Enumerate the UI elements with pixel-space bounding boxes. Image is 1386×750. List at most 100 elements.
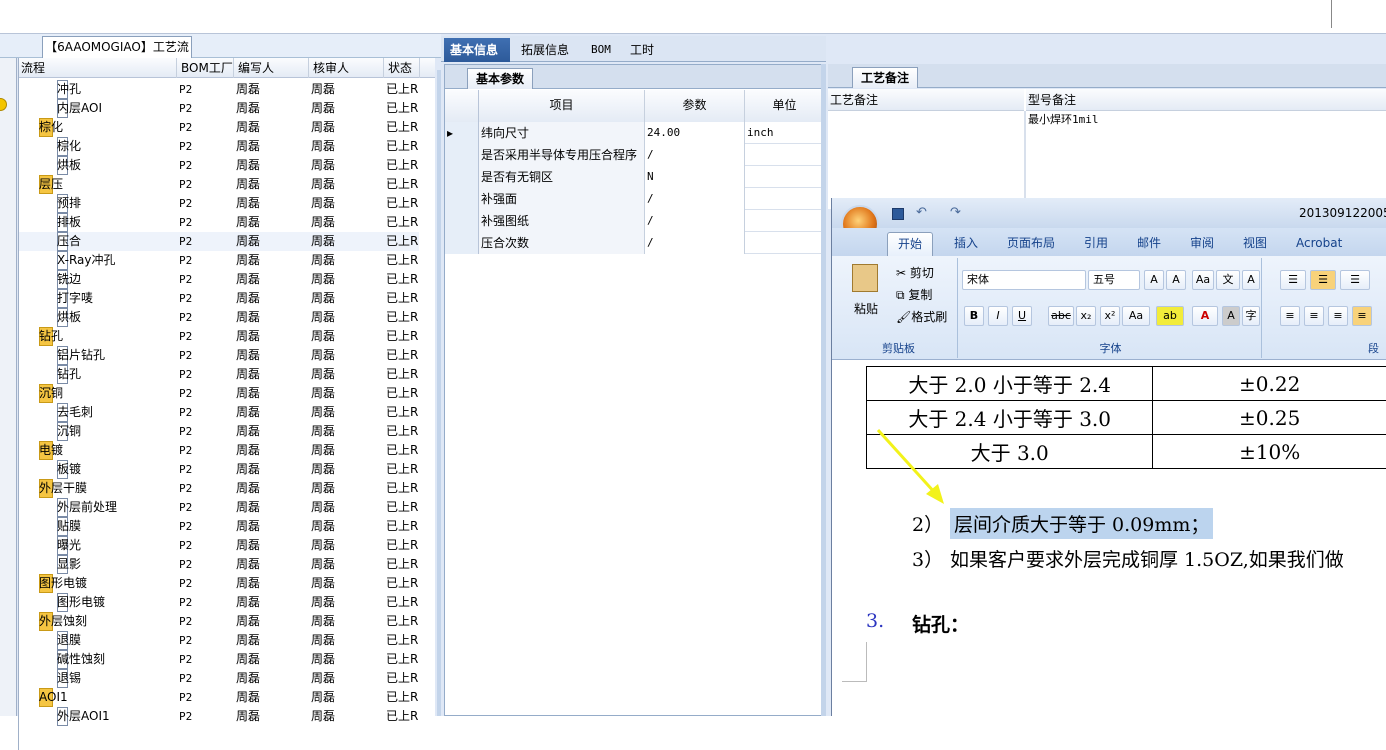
tree-row[interactable]: 外层AOI1P2周磊周磊已上R: [19, 707, 419, 726]
col-process-note[interactable]: 工艺备注: [828, 89, 1024, 111]
tree-row[interactable]: 外层前处理P2周磊周磊已上R: [19, 498, 419, 517]
italic-button[interactable]: I: [988, 306, 1008, 326]
format-painter-button[interactable]: 🖌格式刷: [896, 308, 947, 325]
tol-cell[interactable]: ±0.25: [1153, 401, 1386, 435]
tree-row[interactable]: 烘板P2周磊周磊已上R: [19, 308, 419, 327]
notes-label[interactable]: 工艺备注: [852, 67, 918, 88]
clear-format-icon[interactable]: Aa: [1192, 270, 1214, 290]
tree-row[interactable]: 铣边P2周磊周磊已上R: [19, 270, 419, 289]
copy-button[interactable]: ⧉ 复制: [896, 286, 932, 303]
tree-row[interactable]: 排板P2周磊周磊已上R: [19, 213, 419, 232]
tab-bom[interactable]: BOM: [585, 38, 617, 62]
multilevel-list-icon[interactable]: ☰: [1340, 270, 1370, 290]
paragraph-text[interactable]: 如果客户要求外层完成铜厚 1.5OZ,如果我们做: [950, 545, 1344, 572]
tree-row[interactable]: 图形电镀P2周磊周磊已上R: [19, 593, 419, 612]
param-value[interactable]: /: [645, 188, 745, 210]
redo-icon[interactable]: ↷: [950, 205, 961, 220]
col-header-status[interactable]: 状态: [386, 58, 420, 78]
bullets-icon[interactable]: ☰: [1280, 270, 1306, 290]
paste-icon[interactable]: [852, 264, 878, 292]
tab-review[interactable]: 审阅: [1188, 232, 1216, 256]
tab-view[interactable]: 视图: [1241, 232, 1269, 256]
param-row[interactable]: 压合次数/: [445, 232, 824, 254]
tree-row[interactable]: −外层蚀刻P2周磊周磊已上R: [19, 612, 419, 631]
col-header-value[interactable]: 参数: [645, 90, 745, 122]
char-shading-icon[interactable]: A: [1222, 306, 1240, 326]
tab-insert[interactable]: 插入: [952, 232, 980, 256]
tree-row[interactable]: 打字唛P2周磊周磊已上R: [19, 289, 419, 308]
tree-row[interactable]: −钻孔P2周磊周磊已上R: [19, 327, 419, 346]
param-row[interactable]: 补强面/: [445, 188, 824, 210]
strikethrough-button[interactable]: abc: [1048, 306, 1074, 326]
param-value[interactable]: /: [645, 232, 745, 254]
param-row[interactable]: 补强图纸/: [445, 210, 824, 232]
param-value[interactable]: N: [645, 166, 745, 188]
align-right-icon[interactable]: ≡: [1328, 306, 1348, 326]
col-header-item[interactable]: 项目: [479, 90, 645, 122]
param-value[interactable]: /: [645, 144, 745, 166]
grow-font-icon[interactable]: A: [1144, 270, 1164, 290]
tab-references[interactable]: 引用: [1082, 232, 1110, 256]
tree-row[interactable]: 曝光P2周磊周磊已上R: [19, 536, 419, 555]
tab-basic-info[interactable]: 基本信息: [444, 38, 510, 62]
superscript-button[interactable]: x²: [1100, 306, 1120, 326]
param-value[interactable]: 24.00: [645, 122, 745, 144]
tol-cell[interactable]: ±0.22: [1153, 367, 1386, 401]
tree-row[interactable]: 显影P2周磊周磊已上R: [19, 555, 419, 574]
tree-row[interactable]: 板镀P2周磊周磊已上R: [19, 460, 419, 479]
tree-row[interactable]: 压合P2周磊周磊已上R: [19, 232, 419, 251]
tree-row[interactable]: 内层AOIP2周磊周磊已上R: [19, 99, 419, 118]
tree-row[interactable]: 钻孔P2周磊周磊已上R: [19, 365, 419, 384]
font-size-select[interactable]: 五号: [1088, 270, 1140, 290]
selected-text[interactable]: 层间介质大于等于 0.09mm；: [950, 508, 1213, 539]
phonetic-icon[interactable]: 文: [1216, 270, 1240, 290]
tree-row[interactable]: 碱性蚀刻P2周磊周磊已上R: [19, 650, 419, 669]
tree-row[interactable]: −层压P2周磊周磊已上R: [19, 175, 419, 194]
tree-row[interactable]: −电镀P2周磊周磊已上R: [19, 441, 419, 460]
char-border-icon[interactable]: A: [1242, 270, 1260, 290]
numbering-icon[interactable]: ☰: [1310, 270, 1336, 290]
tree-row[interactable]: −棕化P2周磊周磊已上R: [19, 118, 419, 137]
col-header-bom[interactable]: BOM工厂: [179, 58, 234, 78]
save-icon[interactable]: [892, 208, 904, 220]
col-header-unit[interactable]: 单位: [745, 90, 824, 122]
tree-row[interactable]: −图形电镀P2周磊周磊已上R: [19, 574, 419, 593]
heading-text[interactable]: 钻孔：: [912, 610, 969, 637]
shrink-font-icon[interactable]: A: [1166, 270, 1186, 290]
tree-row[interactable]: 退膜P2周磊周磊已上R: [19, 631, 419, 650]
change-case-button[interactable]: Aa: [1122, 306, 1150, 326]
subscript-button[interactable]: x₂: [1076, 306, 1096, 326]
param-row[interactable]: 是否有无铜区N: [445, 166, 824, 188]
basic-params-label[interactable]: 基本参数: [467, 68, 533, 89]
tab-work-hours[interactable]: 工时: [624, 38, 660, 62]
tree-row[interactable]: 预排P2周磊周磊已上R: [19, 194, 419, 213]
bold-button[interactable]: B: [964, 306, 984, 326]
tab-process-flow[interactable]: 【6AAOMOGIAO】工艺流程: [42, 36, 192, 58]
align-left-icon[interactable]: ≡: [1280, 306, 1300, 326]
col-header-flow[interactable]: 流程: [19, 58, 177, 78]
tree-row[interactable]: 去毛刺P2周磊周磊已上R: [19, 403, 419, 422]
paste-button[interactable]: 粘贴: [854, 300, 878, 317]
model-note-text[interactable]: 最小焊环1mil: [1028, 111, 1099, 127]
tol-cell[interactable]: ±10%: [1153, 435, 1386, 469]
tab-home[interactable]: 开始: [887, 232, 933, 256]
align-center-icon[interactable]: ≡: [1304, 306, 1324, 326]
undo-icon[interactable]: ↶: [916, 205, 927, 220]
font-name-select[interactable]: 宋体: [962, 270, 1086, 290]
font-color-icon[interactable]: A: [1192, 306, 1218, 326]
tree-row[interactable]: −AOI1P2周磊周磊已上R: [19, 688, 419, 707]
tab-mailings[interactable]: 邮件: [1135, 232, 1163, 256]
col-header-writer[interactable]: 编写人: [236, 58, 309, 78]
justify-icon[interactable]: ≡: [1352, 306, 1372, 326]
tree-row[interactable]: 冲孔P2周磊周磊已上R: [19, 80, 419, 99]
cut-button[interactable]: ✂ 剪切: [896, 264, 934, 281]
param-row[interactable]: 是否采用半导体专用压合程序/: [445, 144, 824, 166]
col-header-reviewer[interactable]: 核审人: [311, 58, 384, 78]
tree-row[interactable]: 沉铜P2周磊周磊已上R: [19, 422, 419, 441]
tab-extended-info[interactable]: 拓展信息: [515, 38, 575, 62]
tree-row[interactable]: X-Ray冲孔P2周磊周磊已上R: [19, 251, 419, 270]
tree-row[interactable]: 棕化P2周磊周磊已上R: [19, 137, 419, 156]
tree-row[interactable]: −沉铜P2周磊周磊已上R: [19, 384, 419, 403]
tree-row[interactable]: −外层干膜P2周磊周磊已上R: [19, 479, 419, 498]
col-model-note[interactable]: 型号备注: [1026, 89, 1386, 111]
